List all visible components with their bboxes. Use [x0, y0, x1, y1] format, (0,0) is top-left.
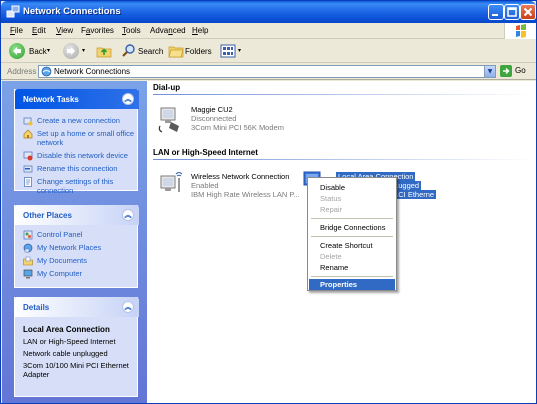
back-dropdown-icon: ▾	[47, 48, 51, 54]
menu-tools[interactable]: Tools	[122, 26, 141, 35]
ctx-rename[interactable]: Rename	[309, 262, 395, 273]
network-tasks-header[interactable]: Network Tasks ︽	[15, 89, 139, 109]
ctx-status[interactable]: Status	[309, 193, 395, 204]
back-button[interactable]: Back ▾	[9, 43, 53, 59]
forward-dropdown-icon: ▾	[82, 48, 86, 54]
connection-status: Disconnected	[191, 114, 237, 123]
network-places-icon	[23, 243, 33, 253]
windows-flag-icon	[516, 24, 526, 38]
views-dropdown-icon: ▾	[238, 48, 242, 54]
group-header-lan: LAN or High-Speed Internet	[153, 148, 258, 157]
group-divider	[153, 94, 533, 95]
details-header[interactable]: Details ︽	[15, 297, 139, 317]
connection-name: Wireless Network Connection	[191, 172, 290, 181]
up-folder-icon	[96, 47, 112, 58]
explorer-window: Network Connections File Edit View Favor…	[0, 0, 537, 404]
ctx-repair[interactable]: Repair	[309, 204, 395, 215]
menu-bar: File Edit View Favorites Tools Advanced …	[1, 23, 536, 39]
computer-icon	[23, 269, 33, 279]
close-button[interactable]	[520, 4, 536, 20]
group-header-dialup: Dial-up	[153, 83, 181, 92]
ctx-create-shortcut[interactable]: Create Shortcut	[309, 240, 395, 251]
menu-advanced[interactable]: Advanced	[150, 26, 186, 35]
new-connection-icon	[23, 117, 33, 126]
go-arrow-icon	[500, 65, 512, 77]
ctx-separator	[311, 218, 393, 219]
ctx-separator	[311, 276, 393, 277]
maximize-button[interactable]	[504, 4, 520, 20]
views-grid-icon	[220, 44, 236, 58]
disable-device-icon	[23, 151, 33, 161]
minimize-icon	[492, 14, 498, 16]
menu-view[interactable]: View	[56, 26, 73, 35]
address-dropdown-button[interactable]: ▼	[484, 66, 495, 77]
connection-name: Maggie CU2	[191, 105, 233, 114]
settings-page-icon	[24, 177, 32, 187]
wireless-connection-icon	[160, 172, 183, 192]
other-places-header[interactable]: Other Places ︽	[15, 205, 139, 225]
folders-icon	[168, 46, 184, 58]
dialup-modem-icon	[158, 107, 179, 133]
maximize-icon	[507, 7, 517, 17]
ctx-bridge-connections[interactable]: Bridge Connections	[309, 222, 395, 233]
views-button[interactable]: ▾	[220, 43, 244, 59]
title-bar[interactable]: Network Connections	[1, 1, 536, 23]
connection-device: 3Com Mini PCI 56K Modem	[191, 123, 284, 132]
documents-folder-icon	[23, 256, 33, 266]
menu-favorites[interactable]: Favorites	[81, 26, 114, 35]
chevron-down-icon: ▼	[487, 68, 493, 75]
connection-status: Enabled	[191, 181, 219, 190]
windows-logo	[504, 23, 536, 39]
window-title: Network Connections	[23, 6, 121, 17]
task-pane: Network Tasks ︽ Create a new connection …	[2, 81, 147, 403]
address-label: Address	[7, 67, 37, 76]
connection-device: IBM High Rate Wireless LAN P...	[191, 190, 300, 199]
collapse-chevron-icon[interactable]: ︽	[122, 301, 134, 313]
menu-file[interactable]: File	[10, 26, 23, 35]
group-divider	[153, 159, 533, 160]
control-panel-icon	[23, 230, 33, 240]
address-input[interactable]: Network Connections ▼	[38, 65, 496, 78]
ctx-delete[interactable]: Delete	[309, 251, 395, 262]
search-button[interactable]: Search	[121, 43, 163, 59]
context-menu: Disable Status Repair Bridge Connections…	[307, 177, 397, 291]
collapse-chevron-icon[interactable]: ︽	[122, 209, 134, 221]
address-bar: Address Network Connections ▼ Go	[1, 63, 536, 80]
ctx-disable[interactable]: Disable	[309, 182, 395, 193]
network-tasks-box: Network Tasks ︽ Create a new connection …	[14, 89, 139, 195]
forward-arrow-icon	[63, 43, 79, 59]
minimize-button[interactable]	[488, 4, 504, 20]
search-icon	[122, 44, 135, 57]
go-button[interactable]: Go	[500, 65, 534, 78]
other-places-box: Other Places ︽ Control Panel My Network …	[14, 205, 139, 288]
toolbar: Back ▾ ▾ Search Folders ▾	[1, 39, 536, 63]
back-arrow-icon	[9, 43, 25, 59]
details-device: 3Com 10/100 Mini PCI Ethernet Adapter	[23, 361, 129, 379]
details-box: Details ︽ Local Area Connection LAN or H…	[14, 297, 139, 397]
folders-button[interactable]: Folders	[168, 43, 214, 59]
address-network-icon	[41, 66, 52, 77]
collapse-chevron-icon[interactable]: ︽	[122, 93, 134, 105]
rename-icon	[23, 165, 33, 173]
forward-button[interactable]: ▾	[63, 43, 89, 59]
menu-help[interactable]: Help	[192, 26, 208, 35]
close-icon	[523, 7, 533, 17]
details-status: Network cable unplugged	[23, 349, 108, 358]
connection-item-maggie[interactable]: Maggie CU2 Disconnected 3Com Mini PCI 56…	[157, 102, 327, 138]
menu-edit[interactable]: Edit	[32, 26, 46, 35]
up-folder-button[interactable]	[96, 43, 112, 59]
details-type: LAN or High-Speed Internet	[23, 337, 116, 346]
ctx-separator	[311, 236, 393, 237]
home-network-icon	[23, 129, 33, 139]
ctx-properties[interactable]: Properties	[309, 279, 395, 290]
network-connections-icon	[6, 5, 20, 18]
details-name: Local Area Connection	[23, 325, 110, 334]
